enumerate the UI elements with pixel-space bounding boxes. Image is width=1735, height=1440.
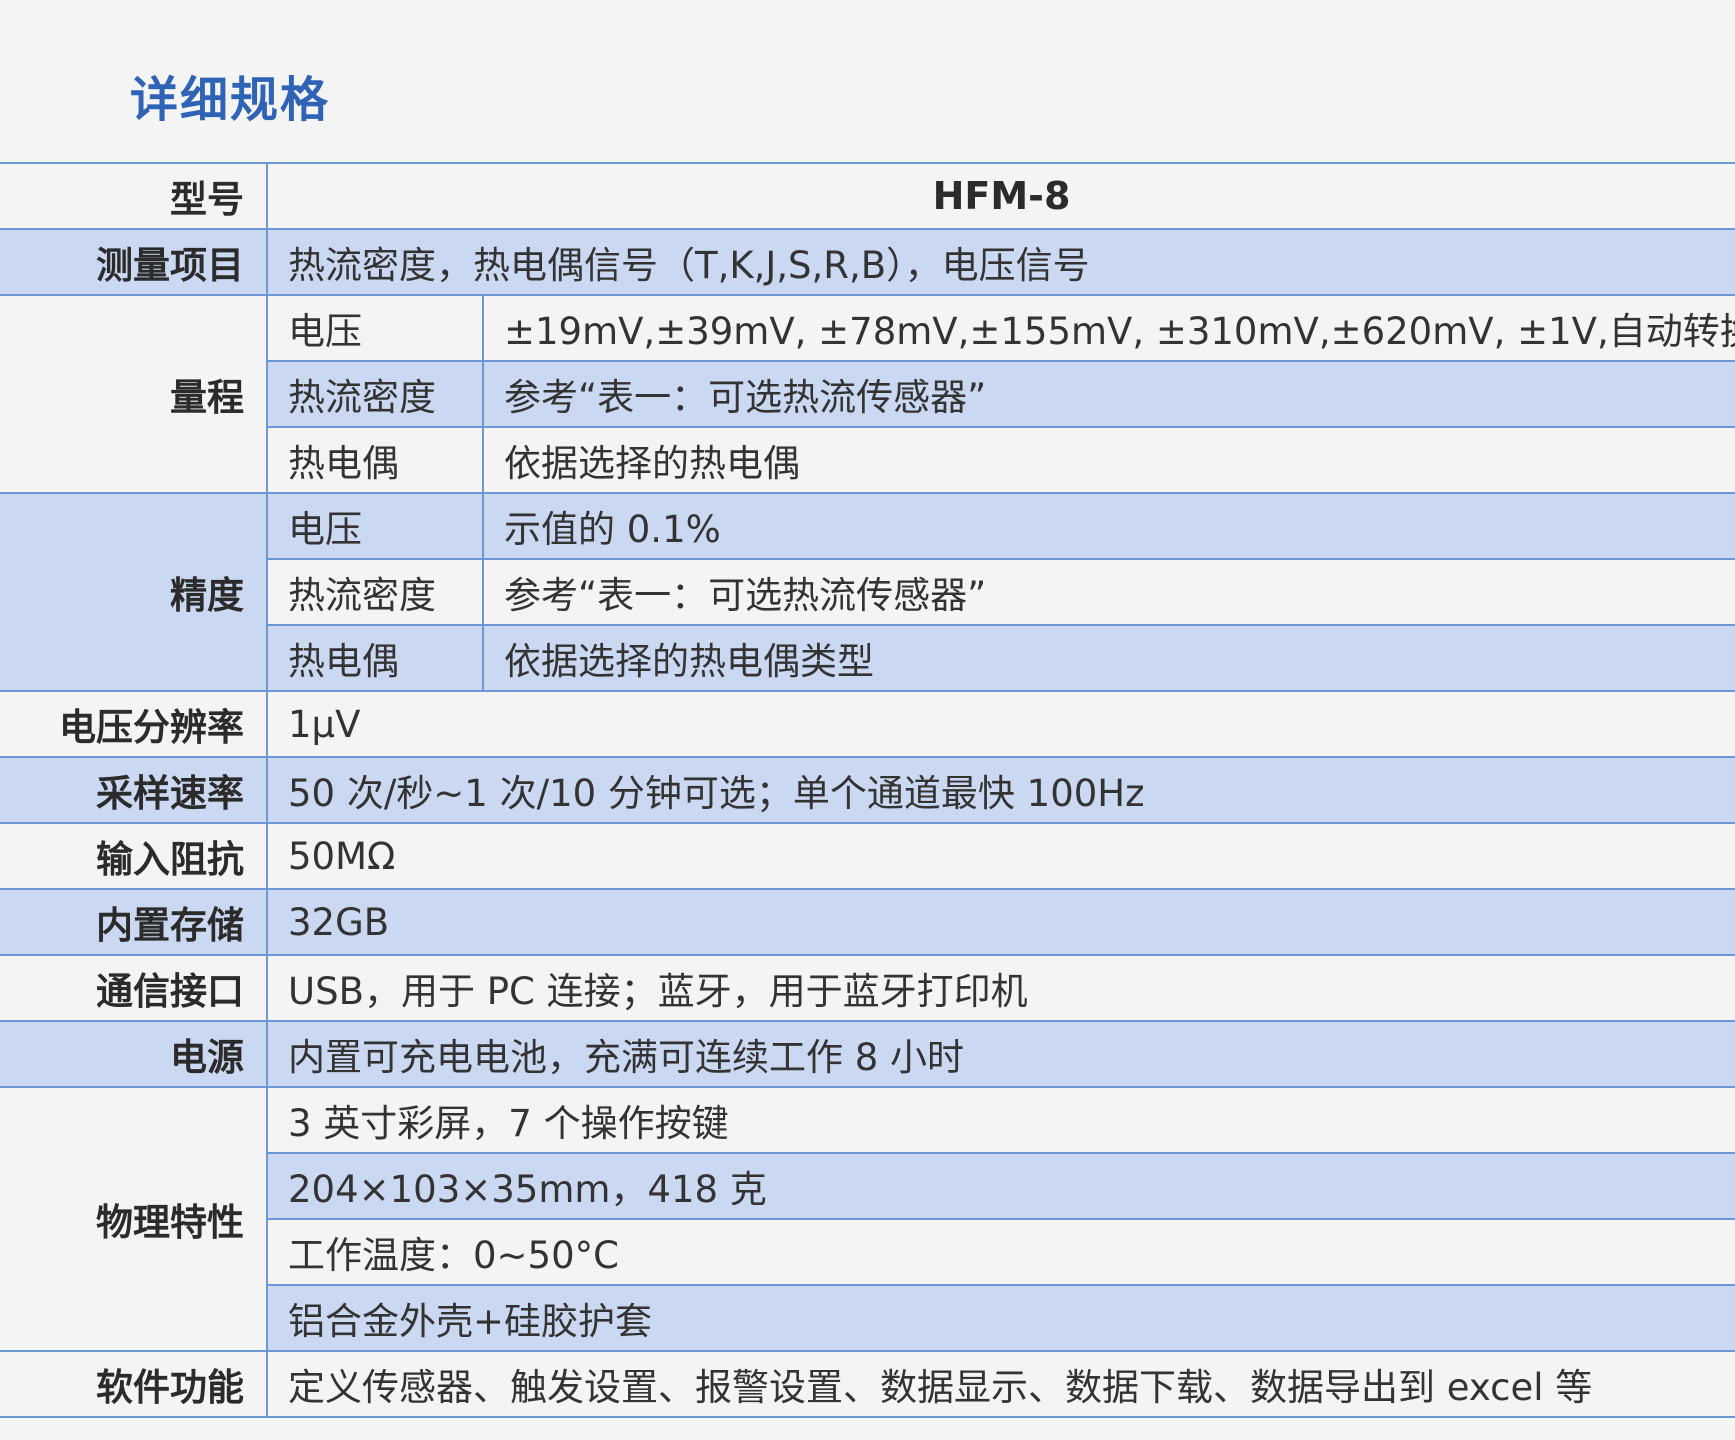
table-row: 测量项目 热流密度，热电偶信号（T,K,J,S,R,B），电压信号: [0, 228, 1735, 296]
table-row: 通信接口 USB，用于 PC 连接；蓝牙，用于蓝牙打印机: [0, 954, 1735, 1022]
row-label: 电源: [0, 1020, 268, 1088]
row-value: 铝合金外壳+硅胶护套: [267, 1284, 1735, 1352]
table-row: 软件功能 定义传感器、触发设置、报警设置、数据显示、数据下载、数据导出到 exc…: [0, 1350, 1735, 1418]
row-label: 采样速率: [0, 756, 268, 824]
row-value: USB，用于 PC 连接；蓝牙，用于蓝牙打印机: [267, 954, 1735, 1022]
table-row: 电压分辨率 1μV: [0, 690, 1735, 758]
row-value: 参考“表一：可选热流传感器”: [483, 360, 1735, 428]
row-value: 定义传感器、触发设置、报警设置、数据显示、数据下载、数据导出到 excel 等: [267, 1350, 1735, 1418]
spec-table: 型号 HFM-8 测量项目 热流密度，热电偶信号（T,K,J,S,R,B），电压…: [0, 162, 1735, 1418]
row-label: 输入阻抗: [0, 822, 268, 890]
table-row: 电源 内置可充电电池，充满可连续工作 8 小时: [0, 1020, 1735, 1088]
row-value: 依据选择的热电偶类型: [483, 624, 1735, 692]
sub-label: 热流密度: [267, 558, 484, 626]
spec-page: 详细规格 型号 HFM-8 测量项目 热流密度，热电偶信号（T,K,J,S,R,…: [0, 0, 1735, 1440]
row-label: 测量项目: [0, 228, 268, 296]
sub-label: 热电偶: [267, 624, 484, 692]
row-value: 32GB: [267, 888, 1735, 956]
row-value: 参考“表一：可选热流传感器”: [483, 558, 1735, 626]
table-row: 型号 HFM-8: [0, 162, 1735, 230]
row-label: 型号: [0, 162, 268, 230]
row-value: 3 英寸彩屏，7 个操作按键: [267, 1086, 1735, 1154]
table-row: 精度 电压 示值的 0.1%: [0, 492, 1735, 692]
sub-label: 热流密度: [267, 360, 484, 428]
row-value: ±19mV,±39mV, ±78mV,±155mV, ±310mV,±620mV…: [483, 294, 1735, 362]
row-label: 内置存储: [0, 888, 268, 956]
row-label: 通信接口: [0, 954, 268, 1022]
sub-label: 热电偶: [267, 426, 484, 494]
row-label: 电压分辨率: [0, 690, 268, 758]
model-value: HFM-8: [267, 162, 1735, 230]
row-value: 204×103×35mm，418 克: [267, 1152, 1735, 1220]
table-row: 内置存储 32GB: [0, 888, 1735, 956]
row-label: 精度: [0, 492, 268, 692]
row-value: 50MΩ: [267, 822, 1735, 890]
table-row: 采样速率 50 次/秒~1 次/10 分钟可选；单个通道最快 100Hz: [0, 756, 1735, 824]
row-value: 1μV: [267, 690, 1735, 758]
row-label: 量程: [0, 294, 268, 494]
row-value: 工作温度：0~50°C: [267, 1218, 1735, 1286]
row-value: 示值的 0.1%: [483, 492, 1735, 560]
row-label: 物理特性: [0, 1086, 268, 1352]
table-row: 输入阻抗 50MΩ: [0, 822, 1735, 890]
section-title: 详细规格: [130, 72, 331, 128]
table-row: 物理特性 3 英寸彩屏，7 个操作按键: [0, 1086, 1735, 1352]
table-row: 量程 电压 ±19mV,±39mV, ±78mV,±155mV, ±310mV,…: [0, 294, 1735, 494]
row-value: 依据选择的热电偶: [483, 426, 1735, 494]
sub-label: 电压: [267, 492, 484, 560]
row-label: 软件功能: [0, 1350, 268, 1418]
sub-label: 电压: [267, 294, 484, 362]
row-value: 热流密度，热电偶信号（T,K,J,S,R,B），电压信号: [267, 228, 1735, 296]
row-value: 内置可充电电池，充满可连续工作 8 小时: [267, 1020, 1735, 1088]
row-value: 50 次/秒~1 次/10 分钟可选；单个通道最快 100Hz: [267, 756, 1735, 824]
